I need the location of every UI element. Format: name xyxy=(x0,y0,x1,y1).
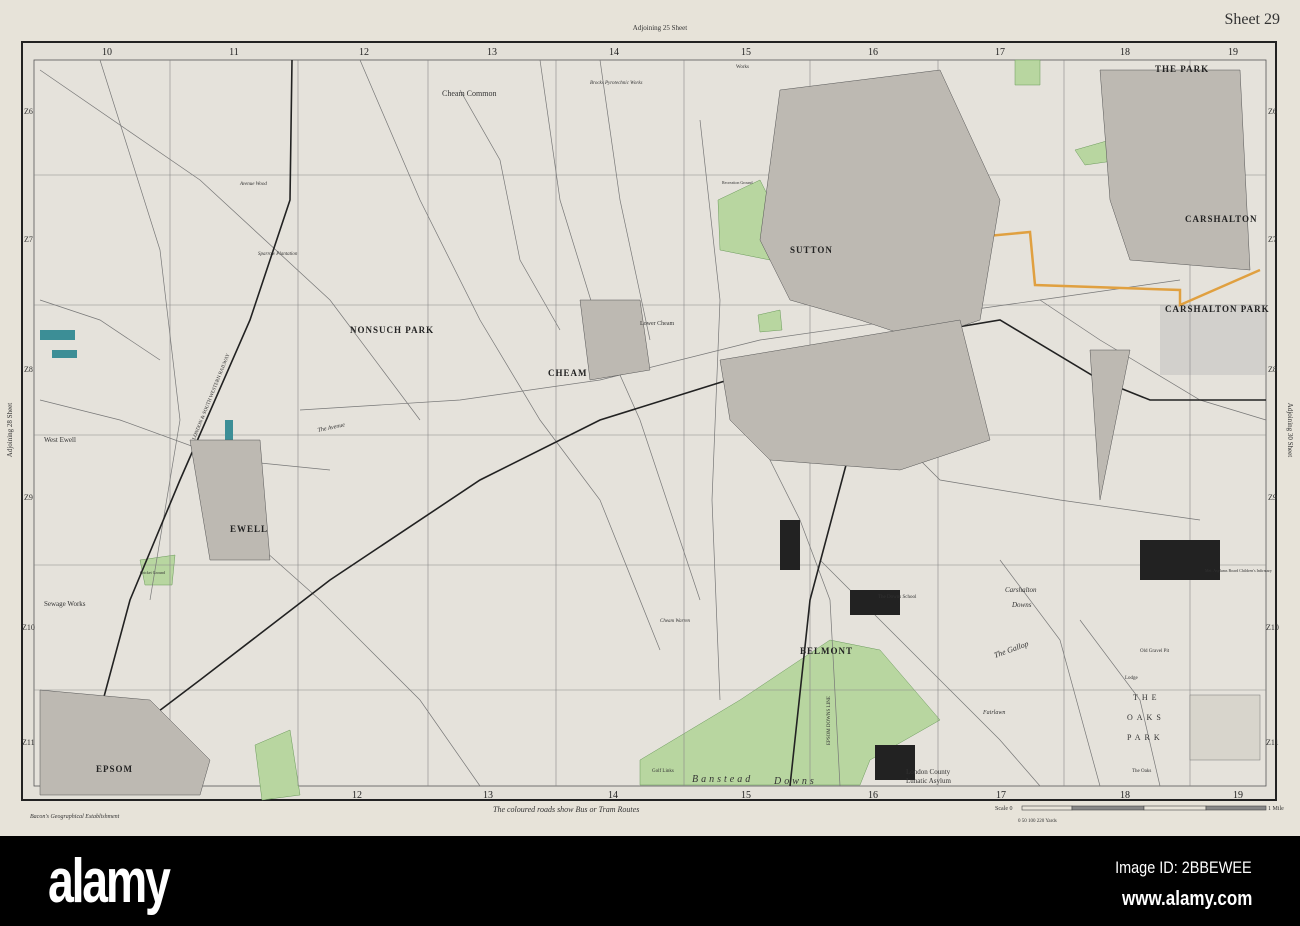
label-old-gravel-pit: Old Gravel Pit xyxy=(1140,649,1170,654)
grid-col-label: 19 xyxy=(1228,47,1238,58)
map-sheet: Sheet 29 Adjoining 25 Sheet Adjoining 28… xyxy=(0,0,1300,836)
scale-yards: 0 50 100 220 Yards xyxy=(1018,819,1057,824)
grid-row-label: Z11 xyxy=(22,738,35,747)
label-carshalton-park: CARSHALTON PARK xyxy=(1165,304,1270,314)
label-banstead: Banstead xyxy=(692,774,753,785)
grid-col-label: 13 xyxy=(483,790,493,801)
grid-col-label: 14 xyxy=(609,47,619,58)
label-fairlawn: Fairlawn xyxy=(982,710,1005,716)
grid-row-label: Z9 xyxy=(1268,493,1277,502)
label-cheam: CHEAM xyxy=(548,368,588,378)
label-west-ewell: West Ewell xyxy=(44,436,76,444)
grid-row-label: Z6 xyxy=(24,107,33,116)
label-asylum-board: Met. Asylums Board Children's Infirmary xyxy=(1205,568,1272,573)
label-epsom-downs-line: EPSOM DOWNS LINE xyxy=(827,696,832,745)
label-park: PARK xyxy=(1127,733,1164,742)
grid-col-label: 16 xyxy=(868,47,878,58)
label-cheam-common: Cheam Common xyxy=(442,89,496,98)
grid-col-label: 16 xyxy=(868,790,878,801)
label-cricket-ground: Cricket Ground xyxy=(140,570,165,575)
label-brocks-works: Brocks Pyrotechnic Works xyxy=(590,81,643,86)
label-asylum: London County xyxy=(906,768,951,776)
grid-col-label: 18 xyxy=(1120,47,1130,58)
grid-row-label: Z10 xyxy=(22,623,35,632)
label-ewell: EWELL xyxy=(230,524,268,534)
label-works: Works xyxy=(736,65,749,70)
label-carshalton-downs-2: Downs xyxy=(1011,601,1032,609)
label-carshalton-downs: Carshalton xyxy=(1005,586,1037,594)
grid-row-label: Z6 xyxy=(1268,107,1277,116)
sheet-number: Sheet 29 xyxy=(1224,11,1280,28)
grid-col-label: 14 xyxy=(608,790,618,801)
label-cheam-warren: Cheam Warren xyxy=(660,619,691,624)
label-sewage-works: Sewage Works xyxy=(44,600,86,608)
image-id: Image ID: 2BBEWEE xyxy=(1115,858,1252,877)
label-belmont: BELMONT xyxy=(800,646,853,656)
label-oaks: OAKS xyxy=(1127,713,1165,722)
label-nonsuch-park: NONSUCH PARK xyxy=(350,325,434,335)
adjoining-left: Adjoining 28 Sheet xyxy=(6,403,14,457)
map-canvas: Sheet 29 Adjoining 25 Sheet Adjoining 28… xyxy=(6,11,1294,824)
label-recreation-ground: Recreation Ground xyxy=(722,180,753,185)
grid-col-label: 18 xyxy=(1120,790,1130,801)
label-golf-links: Golf Links xyxy=(652,769,674,774)
adjoining-top: Adjoining 25 Sheet xyxy=(633,24,687,32)
grid-col-label: 17 xyxy=(996,790,1006,801)
publisher: Bacon's Geographical Establishment xyxy=(30,814,120,820)
grid-row-label: Z10 xyxy=(1266,623,1279,632)
grid-row-label: Z9 xyxy=(24,493,33,502)
grid-row-label: Z11 xyxy=(1266,738,1279,747)
grid-row-label: Z7 xyxy=(24,235,33,244)
scale-label: Scale 0 xyxy=(995,806,1013,812)
scale-bar xyxy=(1021,805,1267,811)
alamy-logo: alamy xyxy=(48,847,171,916)
grid-col-label: 17 xyxy=(995,47,1005,58)
route-note: The coloured roads show Bus or Tram Rout… xyxy=(493,805,639,814)
grid-col-label: 11 xyxy=(229,47,239,58)
watermark-bar: alamy Image ID: 2BBEWEE www.alamy.com xyxy=(0,836,1300,926)
grid-col-label: 15 xyxy=(741,790,751,801)
grid-col-label: 10 xyxy=(102,47,112,58)
label-lodge: Lodge xyxy=(1125,676,1139,681)
image-url: www.alamy.com xyxy=(1121,888,1252,910)
grid-col-label: 19 xyxy=(1233,790,1243,801)
label-sutton: SUTTON xyxy=(790,245,833,255)
scale-end: 1 Mile xyxy=(1268,806,1284,812)
label-downs-school: The Downs School xyxy=(878,595,917,600)
label-the-park: THE PARK xyxy=(1155,64,1209,74)
label-downs: Downs xyxy=(773,776,817,787)
grid-col-label: 15 xyxy=(741,47,751,58)
map-image: Sheet 29 Adjoining 25 Sheet Adjoining 28… xyxy=(0,0,1300,926)
grid-row-label: Z7 xyxy=(1268,235,1277,244)
label-the-oaks: The Oaks xyxy=(1132,769,1151,774)
woodland xyxy=(1189,694,1261,761)
grid-row-label: Z8 xyxy=(1268,365,1277,374)
map-inner-frame xyxy=(33,59,1267,787)
cricket-ground-2-green xyxy=(1014,59,1041,86)
label-the-oaks-park: THE xyxy=(1133,693,1161,702)
grid-row-label: Z8 xyxy=(24,365,33,374)
label-asylum-2: Lunatic Asylum xyxy=(906,777,951,785)
adjoining-right: Adjoining 30 Sheet xyxy=(1286,403,1294,457)
grid-col-label: 13 xyxy=(487,47,497,58)
label-avenue-wood: Avenue Wood xyxy=(239,182,267,187)
label-epsom: EPSOM xyxy=(96,764,133,774)
label-carshalton: CARSHALTON xyxy=(1185,214,1258,224)
label-sparrow-plantation: Sparrow Plantation xyxy=(258,252,298,257)
grid-col-label: 12 xyxy=(359,47,369,58)
carshalton-park-shade xyxy=(1160,305,1265,375)
grid-col-label: 12 xyxy=(352,790,362,801)
label-lower-cheam: Lower Cheam xyxy=(640,321,674,327)
